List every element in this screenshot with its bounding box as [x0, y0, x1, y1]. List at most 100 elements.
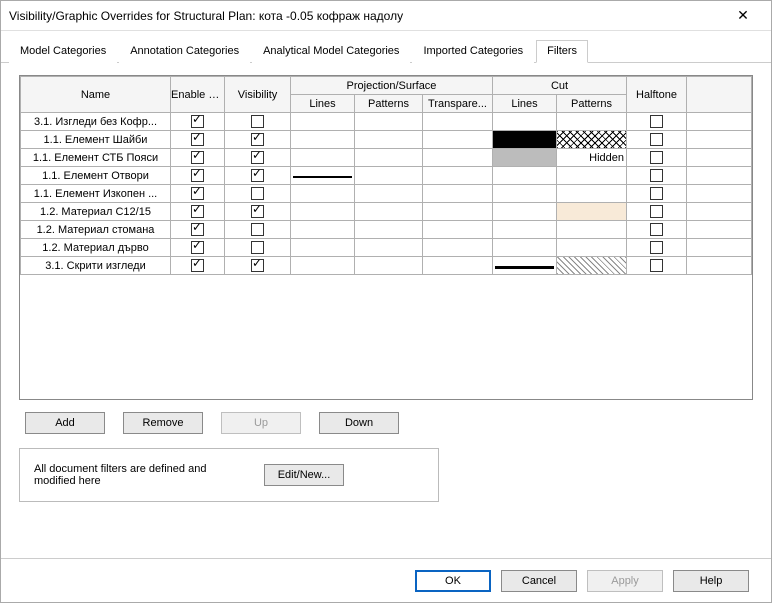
visibility-checkbox[interactable]: [251, 151, 264, 164]
cell[interactable]: [225, 167, 291, 185]
cell[interactable]: [423, 221, 493, 239]
cell[interactable]: [225, 257, 291, 275]
cell[interactable]: [355, 185, 423, 203]
visibility-checkbox[interactable]: [251, 187, 264, 200]
tab-annotation-categories[interactable]: Annotation Categories: [119, 40, 250, 63]
table-row[interactable]: 1.1. Елемент Изкопен ...: [21, 185, 752, 203]
filter-name-cell[interactable]: 1.2. Материал C12/15: [21, 203, 171, 221]
cell[interactable]: [493, 131, 557, 149]
cell[interactable]: [355, 149, 423, 167]
help-button[interactable]: Help: [673, 570, 749, 592]
filter-name-cell[interactable]: 3.1. Скрити изгледи: [21, 257, 171, 275]
cell[interactable]: [557, 131, 627, 149]
table-row[interactable]: 1.2. Материал стомана: [21, 221, 752, 239]
cell[interactable]: [493, 257, 557, 275]
cell[interactable]: [627, 239, 687, 257]
header-halftone[interactable]: Halftone: [627, 77, 687, 113]
table-row[interactable]: 3.1. Скрити изгледи: [21, 257, 752, 275]
enable-filter-checkbox[interactable]: [191, 259, 204, 272]
cell[interactable]: [291, 185, 355, 203]
cell[interactable]: [171, 185, 225, 203]
cell[interactable]: [225, 149, 291, 167]
cell[interactable]: [627, 221, 687, 239]
halftone-checkbox[interactable]: [650, 205, 663, 218]
pattern-swatch[interactable]: [493, 149, 556, 166]
header-cut-lines[interactable]: Lines: [493, 95, 557, 113]
cell[interactable]: [225, 239, 291, 257]
cell[interactable]: [171, 239, 225, 257]
enable-filter-checkbox[interactable]: [191, 133, 204, 146]
pattern-swatch[interactable]: [493, 257, 556, 274]
cell[interactable]: [423, 149, 493, 167]
halftone-checkbox[interactable]: [650, 133, 663, 146]
visibility-checkbox[interactable]: [251, 133, 264, 146]
cell[interactable]: [291, 113, 355, 131]
cell[interactable]: [291, 203, 355, 221]
cell[interactable]: [225, 131, 291, 149]
cell[interactable]: [557, 113, 627, 131]
pattern-swatch[interactable]: [557, 257, 626, 274]
cell[interactable]: [225, 221, 291, 239]
table-row[interactable]: 1.2. Материал C12/15: [21, 203, 752, 221]
cell[interactable]: [171, 203, 225, 221]
visibility-checkbox[interactable]: [251, 223, 264, 236]
header-cut-patterns[interactable]: Patterns: [557, 95, 627, 113]
cell[interactable]: [493, 221, 557, 239]
down-button[interactable]: Down: [319, 412, 399, 434]
filter-name-cell[interactable]: 1.2. Материал дърво: [21, 239, 171, 257]
tab-imported-categories[interactable]: Imported Categories: [412, 40, 534, 63]
cell[interactable]: [171, 131, 225, 149]
cell[interactable]: [423, 185, 493, 203]
cell[interactable]: [493, 185, 557, 203]
header-enable-filter[interactable]: Enable Filter: [171, 77, 225, 113]
cell[interactable]: [493, 149, 557, 167]
cell[interactable]: [557, 221, 627, 239]
cell[interactable]: [423, 113, 493, 131]
enable-filter-checkbox[interactable]: [191, 223, 204, 236]
cell[interactable]: [355, 131, 423, 149]
pattern-swatch[interactable]: [557, 131, 626, 148]
add-button[interactable]: Add: [25, 412, 105, 434]
filter-name-cell[interactable]: 1.1. Елемент СТБ Пояси: [21, 149, 171, 167]
cell[interactable]: [493, 113, 557, 131]
visibility-checkbox[interactable]: [251, 259, 264, 272]
cell[interactable]: [423, 167, 493, 185]
cell[interactable]: [355, 113, 423, 131]
cell[interactable]: [355, 221, 423, 239]
cell[interactable]: [557, 239, 627, 257]
filter-name-cell[interactable]: 3.1. Изгледи без Кофр...: [21, 113, 171, 131]
visibility-checkbox[interactable]: [251, 241, 264, 254]
cell[interactable]: [627, 257, 687, 275]
header-visibility[interactable]: Visibility: [225, 77, 291, 113]
enable-filter-checkbox[interactable]: [191, 241, 204, 254]
cell[interactable]: [225, 203, 291, 221]
tab-analytical-model-categories[interactable]: Analytical Model Categories: [252, 40, 410, 63]
cell[interactable]: [171, 257, 225, 275]
cancel-button[interactable]: Cancel: [501, 570, 577, 592]
cell[interactable]: [291, 257, 355, 275]
cell[interactable]: Hidden: [557, 149, 627, 167]
enable-filter-checkbox[interactable]: [191, 169, 204, 182]
apply-button[interactable]: Apply: [587, 570, 663, 592]
halftone-checkbox[interactable]: [650, 187, 663, 200]
cell[interactable]: [627, 131, 687, 149]
halftone-checkbox[interactable]: [650, 115, 663, 128]
cell[interactable]: [291, 167, 355, 185]
cell[interactable]: [627, 203, 687, 221]
table-row[interactable]: 1.2. Материал дърво: [21, 239, 752, 257]
header-proj-lines[interactable]: Lines: [291, 95, 355, 113]
remove-button[interactable]: Remove: [123, 412, 203, 434]
tab-model-categories[interactable]: Model Categories: [9, 40, 117, 63]
close-icon[interactable]: ✕: [723, 2, 763, 30]
halftone-checkbox[interactable]: [650, 259, 663, 272]
halftone-checkbox[interactable]: [650, 151, 663, 164]
pattern-swatch[interactable]: [493, 131, 556, 148]
cell[interactable]: [423, 131, 493, 149]
cell[interactable]: [355, 167, 423, 185]
cell[interactable]: [225, 113, 291, 131]
tab-filters[interactable]: Filters: [536, 40, 588, 63]
cell[interactable]: [493, 203, 557, 221]
cell[interactable]: [355, 203, 423, 221]
cell[interactable]: [171, 149, 225, 167]
header-proj-patterns[interactable]: Patterns: [355, 95, 423, 113]
